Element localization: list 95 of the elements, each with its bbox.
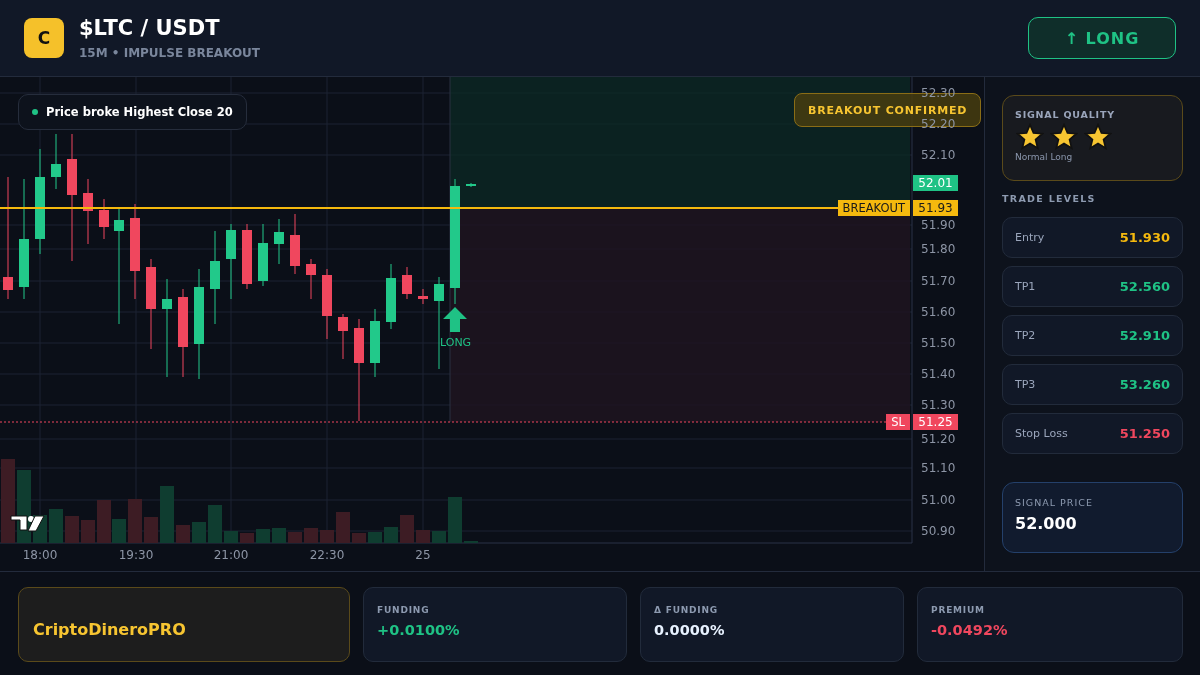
signal-price-value: 52.000: [1015, 514, 1078, 533]
volume-bar: [176, 525, 190, 543]
price-tick: 52.30: [921, 85, 956, 101]
level-label: TP2: [1015, 329, 1036, 342]
candle: [322, 268, 332, 340]
price-tick: 51.70: [921, 273, 956, 289]
price-tick: 51.20: [921, 431, 956, 447]
volume-bar: [368, 532, 382, 543]
volume-bar: [448, 497, 462, 543]
price-tag: 52.01: [913, 175, 958, 191]
brand-name: CriptoDineroPRO: [33, 620, 186, 639]
star-icon: [1084, 123, 1112, 151]
volume-bar: [352, 533, 366, 543]
level-label: Stop Loss: [1015, 427, 1068, 440]
volume-bar: [160, 486, 174, 543]
candle: [418, 288, 428, 305]
volume-bar: [224, 531, 238, 543]
candle: [306, 258, 316, 300]
time-tick: 25: [415, 548, 431, 562]
logo-badge: C: [24, 18, 64, 58]
price-tick: 51.10: [921, 460, 956, 476]
volume-bar: [400, 515, 414, 543]
volume-bar: [208, 505, 222, 543]
level-value: 53.260: [1119, 377, 1170, 392]
stat-label: PREMIUM: [931, 605, 986, 615]
volume-bar: [81, 520, 95, 543]
pair-title: $LTC / USDT: [79, 16, 221, 40]
volume-bar: [384, 527, 398, 543]
volume-bar: [272, 528, 286, 543]
level-label: TP3: [1015, 378, 1036, 391]
price-tick: 51.40: [921, 366, 956, 382]
volume-bar: [192, 522, 206, 543]
level-label: Entry: [1015, 231, 1045, 244]
time-tick: 21:00: [213, 548, 249, 562]
price-tag: 51.25: [913, 414, 958, 430]
price-tag: 51.93: [913, 200, 958, 216]
level-value: 51.250: [1119, 426, 1170, 441]
candle: [274, 218, 284, 265]
volume-bar: [288, 532, 302, 543]
level-label: TP1: [1015, 280, 1036, 293]
star-icon: [1050, 123, 1078, 151]
volume-bar: [304, 528, 318, 543]
volume-bar: [320, 530, 334, 543]
volume-bar: [144, 517, 158, 543]
stat-value: +0.0100%: [377, 622, 461, 638]
time-tick: 19:30: [118, 548, 154, 562]
candle: [370, 308, 380, 378]
price-tag-label: SL: [886, 414, 910, 430]
stat-label: FUNDING: [377, 605, 431, 615]
stat-label: Δ FUNDING: [654, 605, 720, 615]
volume-bar: [416, 530, 430, 543]
section-title: TRADE LEVELS: [1002, 193, 1097, 204]
timeframe-subtitle: 15M • IMPULSE BREAKOUT: [79, 46, 261, 60]
price-tick: 51.80: [921, 241, 956, 257]
price-tick: 50.90: [921, 523, 956, 539]
signal-price-label: SIGNAL PRICE: [1015, 497, 1094, 508]
volume-bar: [432, 531, 446, 543]
candle: [258, 223, 268, 287]
price-tag-label: BREAKOUT: [837, 200, 910, 216]
level-value: 52.560: [1119, 279, 1170, 294]
candle: [338, 313, 348, 360]
level-value: 51.930: [1119, 230, 1170, 245]
candle: [290, 213, 300, 275]
entry-marker-label: LONG: [440, 336, 472, 349]
volume-bar: [65, 516, 79, 543]
stat-value: 0.0000%: [654, 622, 726, 638]
price-tick: 52.20: [921, 116, 956, 132]
price-tick: 51.00: [921, 492, 956, 508]
volume-bar: [240, 533, 254, 543]
up-arrow-icon: [443, 307, 467, 332]
candle: [83, 178, 93, 245]
direction-button[interactable]: ↑ LONG: [1028, 17, 1176, 59]
volume-bar: [336, 512, 350, 543]
candle: [386, 263, 396, 330]
level-value: 52.910: [1119, 328, 1170, 343]
candle: [51, 133, 61, 190]
price-tick: 52.10: [921, 147, 956, 163]
price-tick: 51.90: [921, 217, 956, 233]
stat-value: -0.0492%: [931, 622, 1009, 638]
candle: [402, 266, 412, 300]
volume-bar: [256, 529, 270, 543]
price-tick: 51.30: [921, 397, 956, 413]
card-title: SIGNAL QUALITY: [1015, 109, 1116, 120]
star-icon: [1016, 123, 1044, 151]
volume-bar: [128, 499, 142, 543]
candle: [242, 223, 252, 290]
time-tick: 18:00: [22, 548, 58, 562]
price-tick: 51.50: [921, 335, 956, 351]
candle: [99, 198, 109, 240]
quality-caption: Normal Long: [1015, 152, 1074, 162]
price-tick: 51.60: [921, 304, 956, 320]
time-tick: 22:30: [309, 548, 345, 562]
volume-bar: [49, 509, 63, 543]
logo-icon: [10, 515, 45, 532]
signal-note: Price broke Highest Close 20: [18, 94, 247, 130]
